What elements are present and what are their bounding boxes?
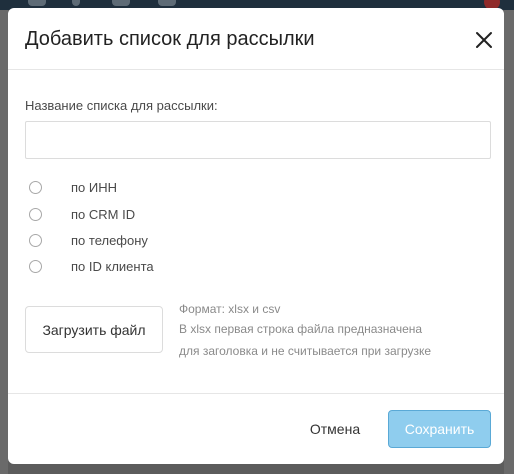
add-mailing-list-modal: Добавить список для рассылки Название сп… — [8, 8, 504, 464]
modal-title: Добавить список для рассылки — [25, 28, 315, 50]
list-name-input[interactable] — [25, 121, 491, 159]
modal-footer: Отмена Сохранить — [8, 393, 504, 464]
radio-label: по ID клиента — [71, 259, 154, 274]
close-button[interactable] — [472, 28, 496, 52]
save-button[interactable]: Сохранить — [388, 410, 491, 448]
list-name-label: Название списка для рассылки: — [25, 98, 218, 113]
file-header-hint-line1: В xlsx первая строка файла предназначена — [179, 322, 423, 336]
radio-label: по CRM ID — [71, 207, 136, 222]
radio-circle[interactable] — [29, 260, 42, 273]
cancel-button[interactable]: Отмена — [298, 410, 372, 448]
backdrop-left-strip — [0, 10, 8, 474]
backdrop-right-strip — [504, 10, 514, 474]
radio-circle[interactable] — [29, 234, 42, 247]
radio-circle[interactable] — [29, 181, 42, 194]
settings-icon — [158, 0, 176, 6]
file-header-hint-line2: для заголовка и не считывается при загру… — [179, 344, 432, 358]
radio-label: по телефону — [71, 233, 148, 248]
radio-circle[interactable] — [29, 208, 42, 221]
close-icon — [476, 32, 492, 48]
home-icon — [28, 0, 46, 6]
file-format-hint: Формат: xlsx и csv — [179, 302, 281, 316]
radio-label: по ИНН — [71, 180, 118, 195]
chart-icon — [112, 0, 130, 6]
upload-file-button[interactable]: Загрузить файл — [25, 306, 163, 353]
user-icon — [72, 0, 80, 6]
modal-header: Добавить список для рассылки — [8, 8, 504, 70]
